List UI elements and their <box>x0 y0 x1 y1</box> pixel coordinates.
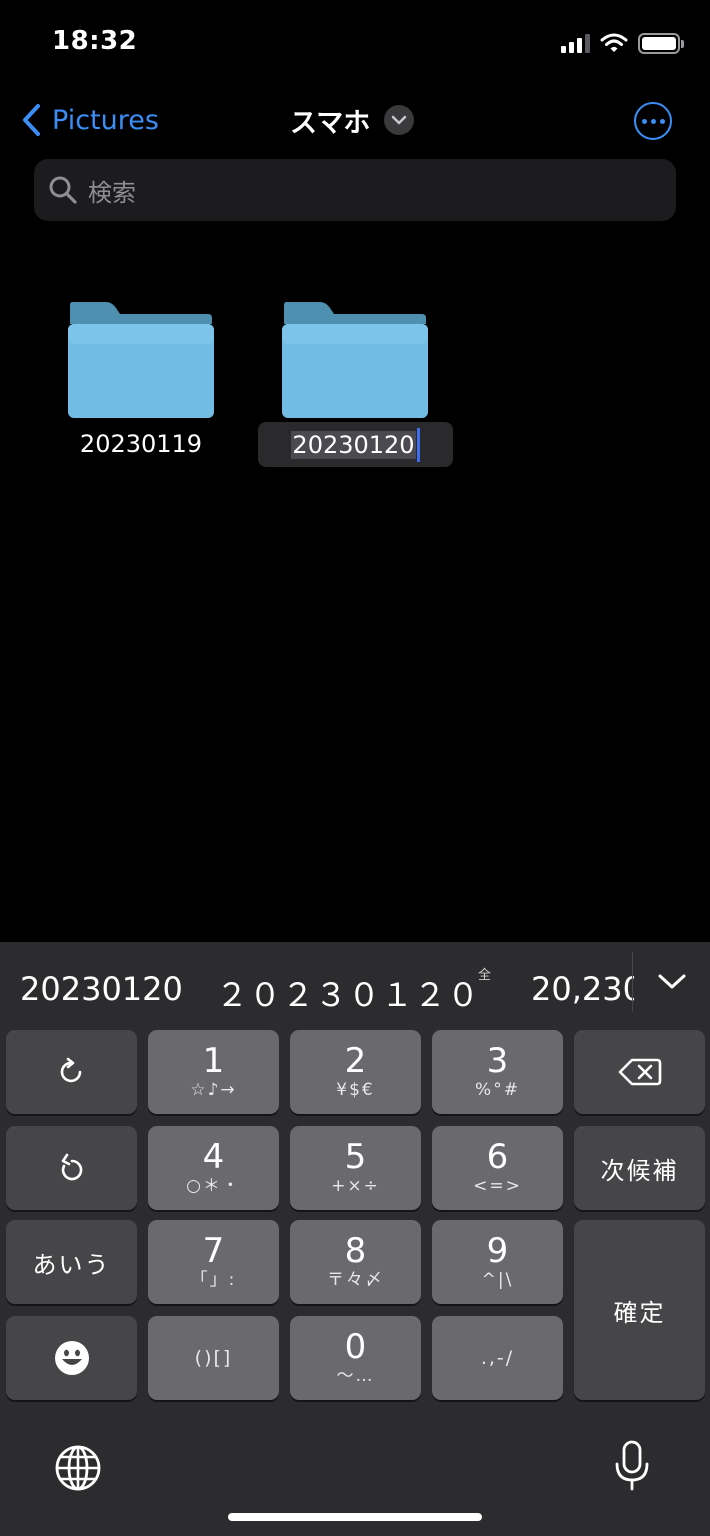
confirm-key[interactable]: 確定 <box>574 1220 705 1400</box>
chevron-left-icon <box>23 104 40 136</box>
key-7[interactable]: 7 「」: <box>148 1220 279 1304</box>
key-6[interactable]: 6 <=> <box>432 1126 563 1210</box>
expand-candidates-icon[interactable] <box>656 970 688 994</box>
candidate-divider <box>632 952 633 1012</box>
key-digit: 5 <box>344 1137 367 1177</box>
punctuation-key[interactable]: .,-/ <box>432 1316 563 1400</box>
folder-icon[interactable] <box>68 300 214 418</box>
key-symbols: ^|\ <box>481 1270 514 1290</box>
page-title: スマホ <box>290 107 371 139</box>
cellular-signal-icon <box>561 33 590 53</box>
candidate-item[interactable]: 20230120 <box>20 970 183 1008</box>
backspace-icon <box>618 1058 661 1086</box>
keyboard: 20230120 ２０２３０１２０ 全 20,230 1 ☆♪→ 2 ¥$€ 3… <box>0 942 710 1536</box>
key-digit: 7 <box>202 1231 225 1271</box>
key-9[interactable]: 9 ^|\ <box>432 1220 563 1304</box>
search-placeholder: 検索 <box>88 178 136 207</box>
key-symbols: 〜… <box>336 1366 375 1386</box>
key-symbols: ○＊・ <box>186 1176 241 1196</box>
delete-key[interactable] <box>574 1030 705 1114</box>
next-candidate-key[interactable]: 次候補 <box>574 1126 705 1210</box>
folder-name[interactable]: 20230119 <box>51 430 231 458</box>
more-options-button[interactable] <box>634 102 672 140</box>
emoji-key[interactable] <box>6 1316 137 1400</box>
key-label: あいう <box>32 1250 111 1279</box>
search-icon <box>49 176 77 204</box>
key-symbols: 「」: <box>190 1270 237 1290</box>
key-symbols: ()[] <box>194 1347 233 1369</box>
search-field[interactable]: 検索 <box>34 159 676 221</box>
status-icons <box>561 28 684 58</box>
key-1[interactable]: 1 ☆♪→ <box>148 1030 279 1114</box>
key-symbols: 〒々〆 <box>327 1270 384 1290</box>
key-4[interactable]: 4 ○＊・ <box>148 1126 279 1210</box>
microphone-icon[interactable] <box>612 1440 652 1492</box>
key-symbols: ☆♪→ <box>190 1080 237 1100</box>
folder-icon[interactable] <box>282 300 428 418</box>
chevron-down-icon <box>384 105 415 135</box>
key-label: 次候補 <box>600 1156 679 1185</box>
title-menu[interactable]: スマホ <box>290 100 415 140</box>
key-0[interactable]: 0 〜… <box>290 1316 421 1400</box>
reverse-key[interactable] <box>6 1126 137 1210</box>
fullwidth-marker: 全 <box>478 968 492 983</box>
folder-rename-text: 20230120 <box>291 430 416 459</box>
key-digit: 8 <box>344 1231 367 1271</box>
undo-key[interactable] <box>6 1030 137 1114</box>
key-symbols: ¥$€ <box>336 1080 375 1100</box>
key-digit: 1 <box>202 1041 225 1081</box>
emoji-icon <box>54 1341 89 1375</box>
candidate-item-label: 20,230 <box>531 970 634 1008</box>
key-digit: 3 <box>486 1041 509 1081</box>
reverse-cycle-icon <box>61 1153 82 1181</box>
key-digit: 4 <box>202 1137 225 1177</box>
home-indicator[interactable] <box>228 1513 482 1521</box>
ellipsis-icon <box>641 118 647 124</box>
key-2[interactable]: 2 ¥$€ <box>290 1030 421 1114</box>
key-symbols: %°# <box>475 1080 520 1100</box>
back-button[interactable]: Pictures <box>20 100 159 140</box>
globe-icon[interactable] <box>54 1444 102 1492</box>
candidate-item[interactable]: 20,230 <box>531 970 634 1008</box>
back-button-label: Pictures <box>52 104 159 136</box>
key-digit: 6 <box>486 1137 509 1177</box>
key-symbols: .,-/ <box>480 1347 515 1369</box>
key-label: 確定 <box>613 1298 666 1327</box>
candidate-bar: 20230120 ２０２３０１２０ 全 20,230 <box>0 942 710 1030</box>
key-symbols: +×÷ <box>331 1176 380 1196</box>
key-symbols: <=> <box>473 1176 522 1196</box>
brackets-key[interactable]: ()[] <box>148 1316 279 1400</box>
status-time: 18:32 <box>52 26 138 56</box>
key-3[interactable]: 3 %°# <box>432 1030 563 1114</box>
key-digit: 9 <box>486 1231 509 1271</box>
kana-mode-key[interactable]: あいう <box>6 1220 137 1304</box>
folder-rename-field[interactable]: 20230120 <box>258 422 453 467</box>
key-8[interactable]: 8 〒々〆 <box>290 1220 421 1304</box>
wifi-icon <box>600 33 628 52</box>
undo-icon <box>60 1057 81 1083</box>
key-digit: 2 <box>344 1041 367 1081</box>
key-5[interactable]: 5 +×÷ <box>290 1126 421 1210</box>
key-digit: 0 <box>344 1327 367 1367</box>
text-caret <box>416 427 420 462</box>
candidate-item[interactable]: ２０２３０１２０ <box>216 970 480 1016</box>
battery-icon <box>638 32 684 54</box>
